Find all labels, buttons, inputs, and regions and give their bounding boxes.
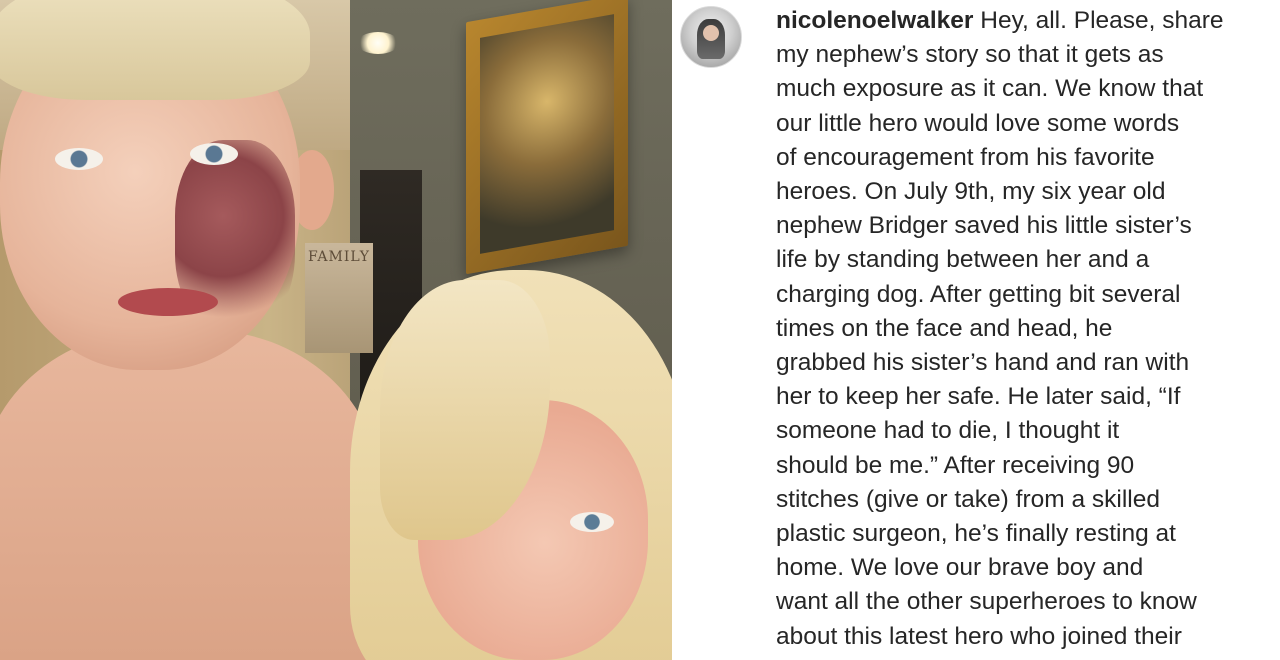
caption-line: nephew Bridger saved his little sister’s xyxy=(776,212,1192,240)
caption-line: someone had to die, I thought it xyxy=(776,417,1120,445)
caption-line: our little hero would love some words xyxy=(776,109,1180,137)
caption-panel: nicolenoelwalker Hey, all. Please, share… xyxy=(672,0,1280,660)
family-sign-text: FAMILY xyxy=(307,249,371,265)
girl-eye xyxy=(570,512,614,532)
caption-line: times on the face and head, he xyxy=(776,314,1113,342)
caption-line: her to keep her safe. He later said, “If xyxy=(776,383,1181,411)
boy-mouth xyxy=(118,288,218,316)
caption-line: stitches (give or take) from a skilled xyxy=(776,485,1160,513)
caption-line: my nephew’s story so that it gets as xyxy=(776,41,1164,69)
username-link[interactable]: nicolenoelwalker xyxy=(776,7,973,34)
boy-hair xyxy=(0,0,310,100)
caption-line: of encouragement from his favorite xyxy=(776,143,1155,171)
caption-line: charging dog. After getting bit several xyxy=(776,280,1181,308)
painting xyxy=(480,14,614,254)
caption-line: plastic surgeon, he’s finally resting at xyxy=(776,520,1176,548)
avatar-face xyxy=(703,25,719,41)
caption-line: heroes. On July 9th, my six year old xyxy=(776,178,1166,206)
caption-line: grabbed his sister’s hand and ran with xyxy=(776,349,1190,377)
caption-line: about this latest hero who joined their xyxy=(776,622,1182,650)
caption-line: life by standing between her and a xyxy=(776,246,1150,274)
ceiling-light xyxy=(357,32,399,54)
caption-line-text: Hey, all. Please, share xyxy=(973,7,1224,34)
avatar[interactable] xyxy=(680,6,742,68)
caption-line: home. We love our brave boy and xyxy=(776,554,1144,582)
boy-torso xyxy=(0,330,380,660)
post-photo[interactable]: FAMILY xyxy=(0,0,672,660)
boy-left-eye xyxy=(55,148,103,170)
boy-right-eye xyxy=(190,143,238,165)
caption-line: want all the other superheroes to know xyxy=(776,588,1197,616)
caption-line: should be me.” After receiving 90 xyxy=(776,451,1135,479)
caption-text: nicolenoelwalker Hey, all. Please, share… xyxy=(776,4,1276,654)
caption-line: much exposure as it can. We know that xyxy=(776,75,1204,103)
caption-line: nicolenoelwalker Hey, all. Please, share xyxy=(776,4,1276,38)
family-sign: FAMILY xyxy=(305,243,373,353)
